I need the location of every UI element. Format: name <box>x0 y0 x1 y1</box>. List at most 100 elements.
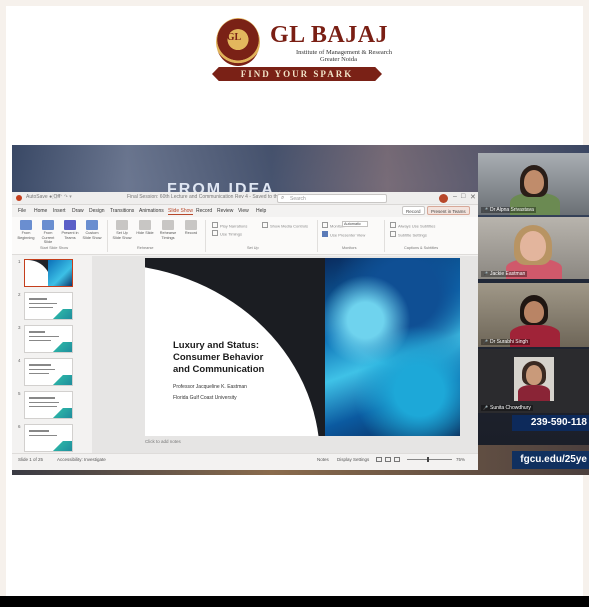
setup-icon <box>116 220 128 230</box>
thumb-line <box>29 397 55 399</box>
participant-tile[interactable]: Sunita Chowdhury <box>478 349 589 413</box>
tab-file[interactable]: File <box>18 208 26 214</box>
tab-animations[interactable]: Animations <box>139 208 164 214</box>
participant-name: Dr Alpna Srivastava <box>481 207 536 213</box>
slide-thumbnail[interactable] <box>24 292 73 320</box>
play-current-icon <box>42 220 54 230</box>
show-media-controls-checkbox[interactable]: Show Media Controls <box>262 222 308 229</box>
display-settings-button[interactable]: Display Settings <box>337 457 369 462</box>
notes-toggle[interactable]: Notes <box>317 457 329 462</box>
group-label-setup: Set Up <box>247 246 259 250</box>
zoom-slider-knob[interactable] <box>427 457 429 462</box>
tab-slide-show[interactable]: Slide Show <box>168 208 194 215</box>
subtitle-settings-button[interactable]: Subtitle Settings <box>390 231 427 238</box>
accessibility-status[interactable]: Accessibility: Investigate <box>57 457 106 462</box>
zoom-slider[interactable] <box>407 459 452 460</box>
thumbnail-number: 6 <box>18 424 21 429</box>
slide-title-line: Consumer Behavior <box>173 352 264 363</box>
slide-thumbnail[interactable] <box>24 325 73 353</box>
from-current-slide-button[interactable]: From Current Slide <box>38 220 58 245</box>
thumb-wave <box>50 408 72 418</box>
record-button[interactable]: Record <box>402 206 425 215</box>
thumb-wave <box>50 342 72 352</box>
thumb-wave <box>50 309 72 319</box>
ribbon-tabs: File Home Insert Draw Design Transitions… <box>12 205 478 217</box>
slide-thumbnail[interactable] <box>24 259 73 287</box>
logo-emblem-text: GL <box>226 32 242 43</box>
tab-insert[interactable]: Insert <box>53 208 66 214</box>
slide-thumbnail[interactable] <box>24 358 73 386</box>
logo-location: Greater Noida <box>320 56 357 63</box>
tab-review[interactable]: Review <box>217 208 233 214</box>
search-box[interactable]: ⌕ Search <box>277 194 387 203</box>
present-in-teams-button[interactable]: Present in Teams <box>427 206 470 215</box>
slide-sorter-icon[interactable] <box>385 457 391 462</box>
participant-face <box>526 365 542 385</box>
participant-body <box>518 385 550 401</box>
maximize-icon[interactable]: □ <box>461 193 465 200</box>
slide-title[interactable]: Luxury and Status: Consumer Behavior and… <box>173 340 323 376</box>
thumb-line <box>29 430 49 432</box>
use-timings-checkbox[interactable]: Use Timings <box>212 230 242 237</box>
record-icon <box>185 220 197 230</box>
presenter-view-checkbox[interactable]: Use Presenter View <box>322 231 365 238</box>
minimize-icon[interactable]: – <box>453 193 457 200</box>
zoom-level[interactable]: 75% <box>456 457 465 462</box>
logo-subtitle: Institute of Management & Research <box>296 49 393 56</box>
meeting-screenshot: FROM IDEA AutoSave ● Off ⬚ ↶ ↷ ▾ Final S… <box>12 145 589 475</box>
tab-home[interactable]: Home <box>34 208 47 214</box>
group-label-start: Start Slide Show <box>40 246 69 250</box>
from-beginning-button[interactable]: From Beginning <box>16 220 36 240</box>
reading-view-icon[interactable] <box>394 457 400 462</box>
tab-design[interactable]: Design <box>89 208 105 214</box>
thumb-line <box>29 298 47 300</box>
rehearse-timings-button[interactable]: Rehearse Timings <box>158 220 178 240</box>
teams-icon <box>64 220 76 230</box>
always-use-subtitles-checkbox[interactable]: Always Use Subtitles <box>390 222 435 229</box>
thumb-wave <box>50 441 72 451</box>
tab-view[interactable]: View <box>238 208 249 214</box>
thumb-line <box>29 331 45 333</box>
normal-view-icon[interactable] <box>376 457 382 462</box>
thumbnail-number: 1 <box>18 259 21 264</box>
tab-transitions[interactable]: Transitions <box>110 208 134 214</box>
bottom-bar <box>0 596 589 607</box>
tab-record[interactable]: Record <box>196 208 212 214</box>
thumbnail-number: 2 <box>18 292 21 297</box>
ribbon-separator <box>384 220 385 252</box>
tab-help[interactable]: Help <box>256 208 266 214</box>
custom-slide-show-button[interactable]: Custom Slide Show <box>82 220 102 240</box>
close-icon[interactable]: ✕ <box>470 193 476 201</box>
monitor-select[interactable]: Automatic <box>342 221 368 227</box>
thumb-line <box>29 307 53 308</box>
slide-thumbnail[interactable] <box>24 391 73 419</box>
logo-title: GL BAJAJ <box>270 22 389 48</box>
slide-university[interactable]: Florida Gulf Coast University <box>173 395 237 401</box>
thumbnail-number: 3 <box>18 325 21 330</box>
tab-draw[interactable]: Draw <box>72 208 84 214</box>
participant-tile[interactable]: Dr Alpna Srivastava <box>478 153 589 215</box>
play-narrations-checkbox[interactable]: Play Narrations <box>212 222 247 229</box>
powerpoint-window: AutoSave ● Off ⬚ ↶ ↷ ▾ Final Session: 60… <box>12 192 478 470</box>
set-up-slide-show-button[interactable]: Set Up Slide Show <box>112 220 132 240</box>
group-label-monitors: Monitors <box>342 246 357 250</box>
user-avatar[interactable] <box>439 194 448 203</box>
fgcu-url: fgcu.edu/25ye <box>512 451 589 469</box>
current-slide[interactable]: Luxury and Status: Consumer Behavior and… <box>145 258 460 436</box>
participant-tile[interactable]: Jackie Eastman <box>478 217 589 279</box>
participant-tile[interactable]: Dr Surabhi Singh <box>478 283 589 347</box>
slide-author[interactable]: Professor Jacqueline K. Eastman <box>173 384 247 390</box>
thumb-line <box>29 340 51 341</box>
hide-slide-button[interactable]: Hide Slide <box>135 220 155 236</box>
present-in-teams-ribbon-button[interactable]: Present in Teams <box>60 220 80 240</box>
status-bar: Slide 1 of 25 Accessibility: Investigate… <box>12 453 478 464</box>
thumb-line <box>29 435 57 436</box>
notes-pane[interactable]: Click to add notes <box>145 439 181 444</box>
thumbnail-number: 5 <box>18 391 21 396</box>
slide-ink-image <box>325 258 460 436</box>
thumb-line <box>29 364 51 366</box>
slide-thumbnail[interactable] <box>24 424 73 452</box>
thumb-image <box>48 260 72 286</box>
quick-access-icons[interactable]: ⬚ ↶ ↷ ▾ <box>52 194 72 200</box>
record-ribbon-button[interactable]: Record <box>181 220 201 236</box>
